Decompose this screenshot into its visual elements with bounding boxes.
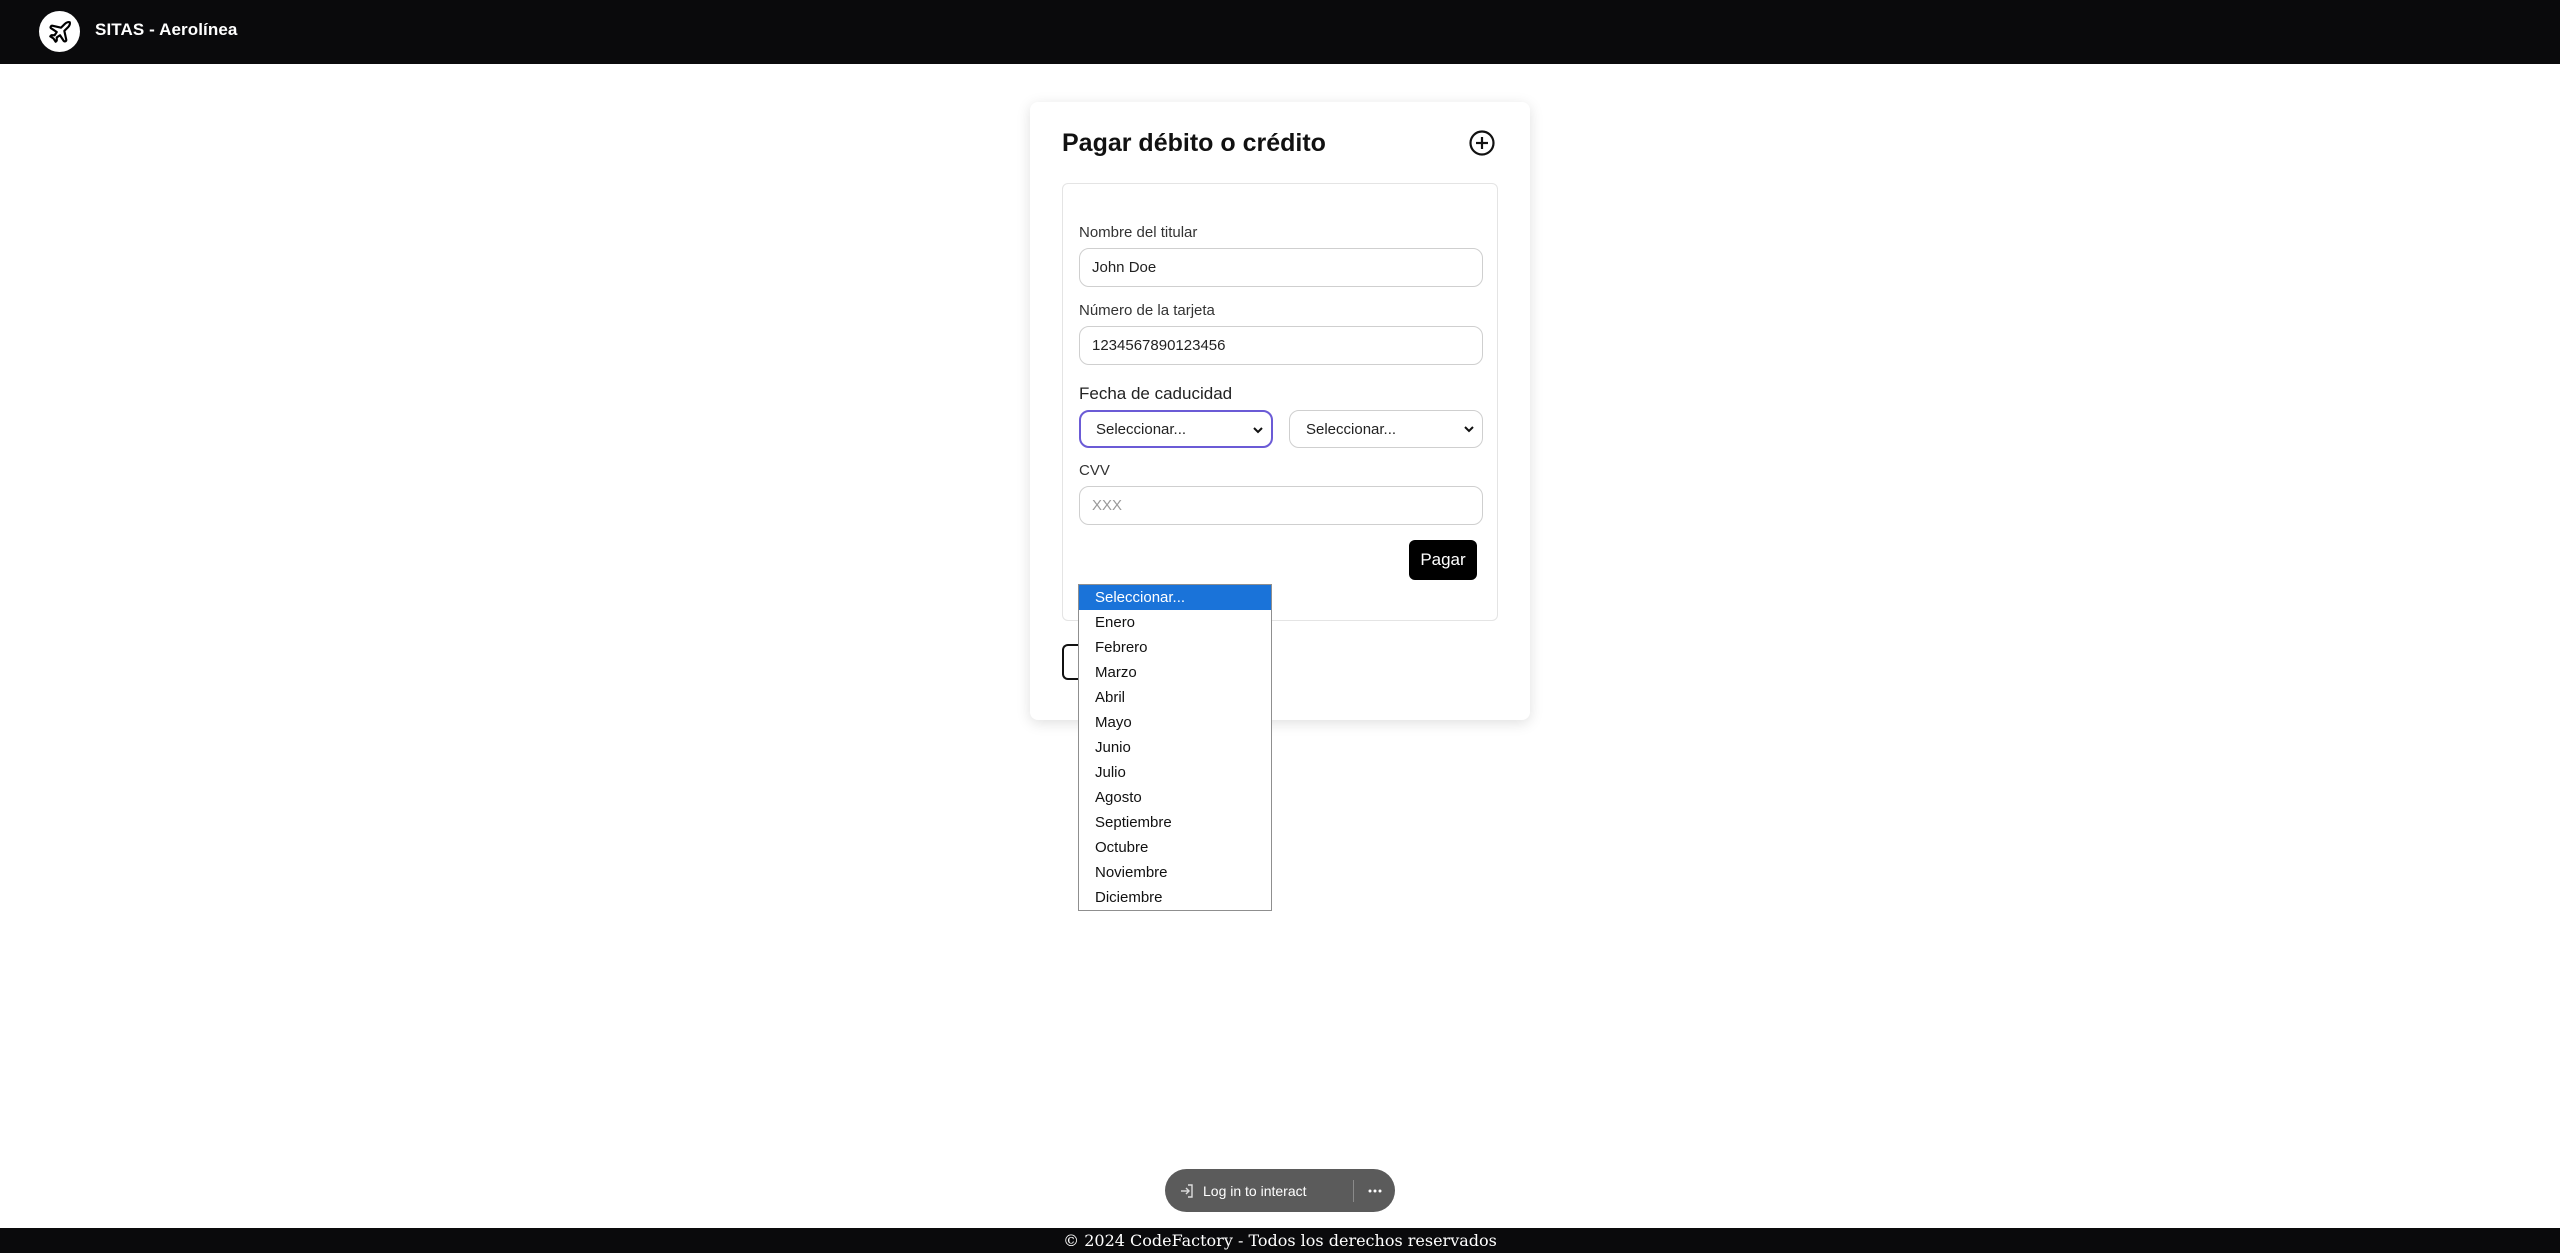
month-option[interactable]: Noviembre: [1079, 860, 1271, 885]
expiry-year-select[interactable]: Seleccionar...: [1289, 410, 1483, 448]
more-icon[interactable]: [1354, 1188, 1395, 1194]
year-select-value: Seleccionar...: [1306, 420, 1397, 438]
holder-name-input[interactable]: John Doe: [1079, 248, 1483, 287]
top-navbar: SITAS - Aerolínea: [0, 0, 2560, 64]
month-option[interactable]: Julio: [1079, 760, 1271, 785]
card-number-input[interactable]: 1234567890123456: [1079, 326, 1483, 365]
airplane-icon[interactable]: [39, 11, 80, 52]
expiry-label: Fecha de caducidad: [1079, 384, 1233, 403]
payment-form: Nombre del titular John Doe Número de la…: [1062, 183, 1498, 621]
cvv-input[interactable]: XXX: [1079, 486, 1483, 525]
pay-button[interactable]: Pagar: [1409, 540, 1477, 580]
login-icon: [1181, 1183, 1193, 1198]
page-title: Pagar débito o crédito: [1062, 129, 1326, 157]
holder-label: Nombre del titular: [1079, 224, 1198, 241]
month-option[interactable]: Abril: [1079, 685, 1271, 710]
month-option[interactable]: Agosto: [1079, 785, 1271, 810]
month-option[interactable]: Marzo: [1079, 660, 1271, 685]
month-option[interactable]: Septiembre: [1079, 810, 1271, 835]
month-dropdown-list: Seleccionar... Enero Febrero Marzo Abril…: [1078, 584, 1272, 911]
footer-text: © 2024 CodeFactory - Todos los derechos …: [1063, 1231, 1497, 1250]
brand-title[interactable]: SITAS - Aerolínea: [95, 20, 237, 40]
month-option[interactable]: Seleccionar...: [1079, 585, 1271, 610]
month-option[interactable]: Mayo: [1079, 710, 1271, 735]
card-number-label: Número de la tarjeta: [1079, 302, 1215, 319]
month-select-value: Seleccionar...: [1096, 420, 1187, 438]
expiry-month-select[interactable]: Seleccionar...: [1079, 410, 1273, 448]
plus-circle-icon[interactable]: [1468, 129, 1496, 157]
chevron-down-icon: [1253, 427, 1263, 434]
footer: © 2024 CodeFactory - Todos los derechos …: [0, 1228, 2560, 1253]
month-option[interactable]: Diciembre: [1079, 885, 1271, 910]
month-option[interactable]: Febrero: [1079, 635, 1271, 660]
month-option[interactable]: Octubre: [1079, 835, 1271, 860]
login-button[interactable]: Log in to interact: [1165, 1169, 1353, 1212]
login-overlay-pill: Log in to interact: [1165, 1169, 1395, 1212]
month-option[interactable]: Enero: [1079, 610, 1271, 635]
month-option[interactable]: Junio: [1079, 735, 1271, 760]
login-label: Log in to interact: [1203, 1182, 1307, 1199]
cvv-label: CVV: [1079, 462, 1110, 479]
chevron-down-icon: [1464, 426, 1474, 433]
